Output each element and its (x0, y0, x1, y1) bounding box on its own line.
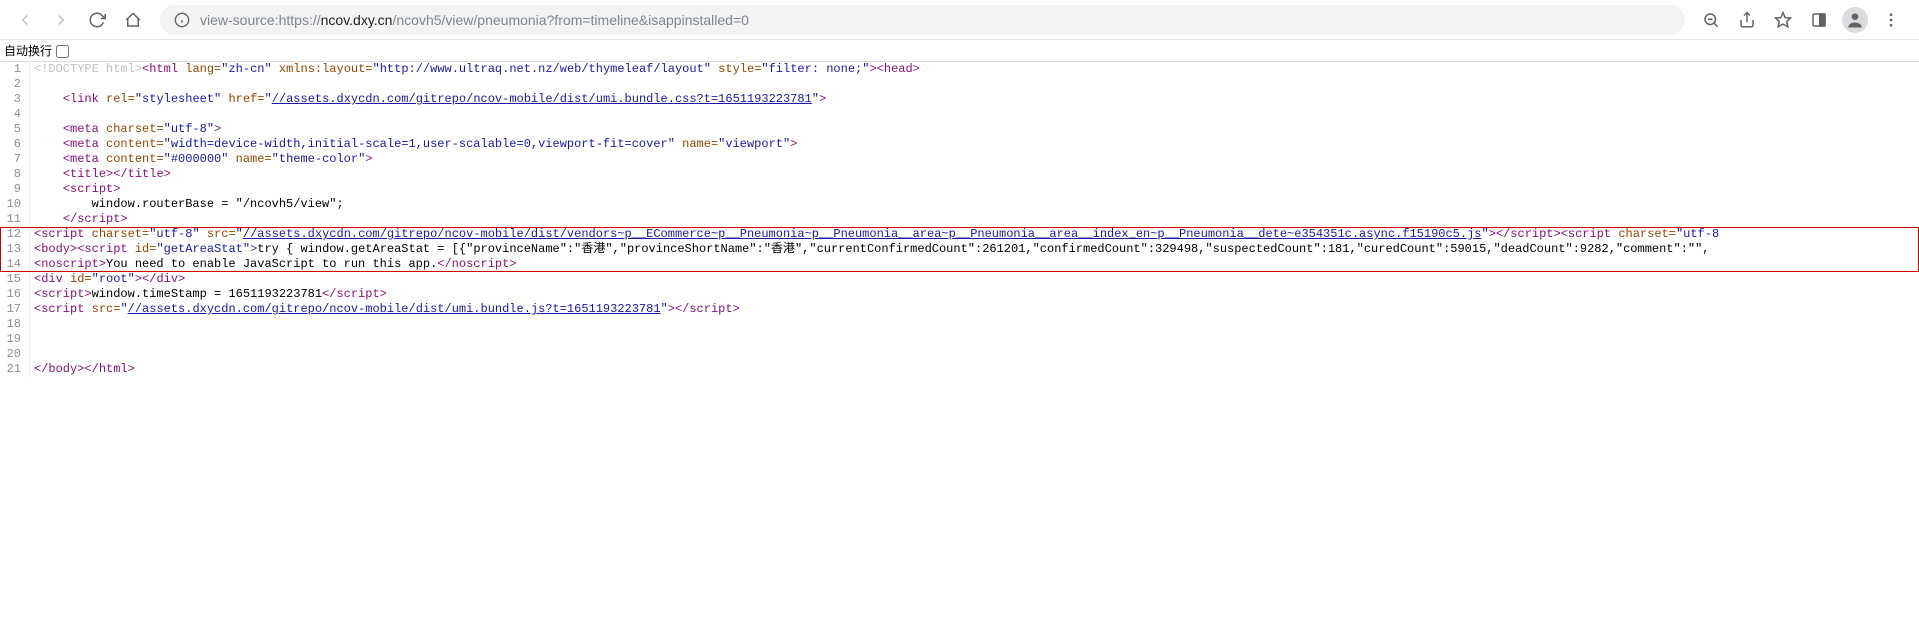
vendors-js-link[interactable]: //assets.dxycdn.com/gitrepo/ncov-mobile/… (243, 227, 1482, 241)
kebab-menu-icon[interactable] (1875, 3, 1907, 37)
address-bar[interactable]: view-source:https://ncov.dxy.cn/ncovh5/v… (160, 5, 1685, 35)
autowrap-label: 自动换行 (4, 42, 52, 59)
autowrap-checkbox[interactable] (56, 45, 69, 58)
info-icon (174, 12, 190, 28)
share-icon[interactable] (1731, 3, 1763, 37)
reload-button[interactable] (80, 3, 114, 37)
forward-button[interactable] (44, 3, 78, 37)
css-link[interactable]: //assets.dxycdn.com/gitrepo/ncov-mobile/… (272, 92, 812, 106)
browser-toolbar: view-source:https://ncov.dxy.cn/ncovh5/v… (0, 0, 1919, 40)
autowrap-row: 自动换行 (0, 40, 1919, 62)
umi-js-link[interactable]: //assets.dxycdn.com/gitrepo/ncov-mobile/… (128, 302, 661, 316)
profile-icon[interactable] (1839, 3, 1871, 37)
home-button[interactable] (116, 3, 150, 37)
reader-icon[interactable] (1803, 3, 1835, 37)
toolbar-right-icons (1695, 3, 1911, 37)
source-line: 1 <!DOCTYPE html><html lang="zh-cn" xmln… (0, 62, 1919, 77)
highlighted-region: 12 <script charset="utf-8" src="//assets… (0, 227, 1919, 272)
source-view: 1 <!DOCTYPE html><html lang="zh-cn" xmln… (0, 62, 1919, 377)
zoom-icon[interactable] (1695, 3, 1727, 37)
back-button[interactable] (8, 3, 42, 37)
star-icon[interactable] (1767, 3, 1799, 37)
address-text: view-source:https://ncov.dxy.cn/ncovh5/v… (200, 12, 1671, 28)
